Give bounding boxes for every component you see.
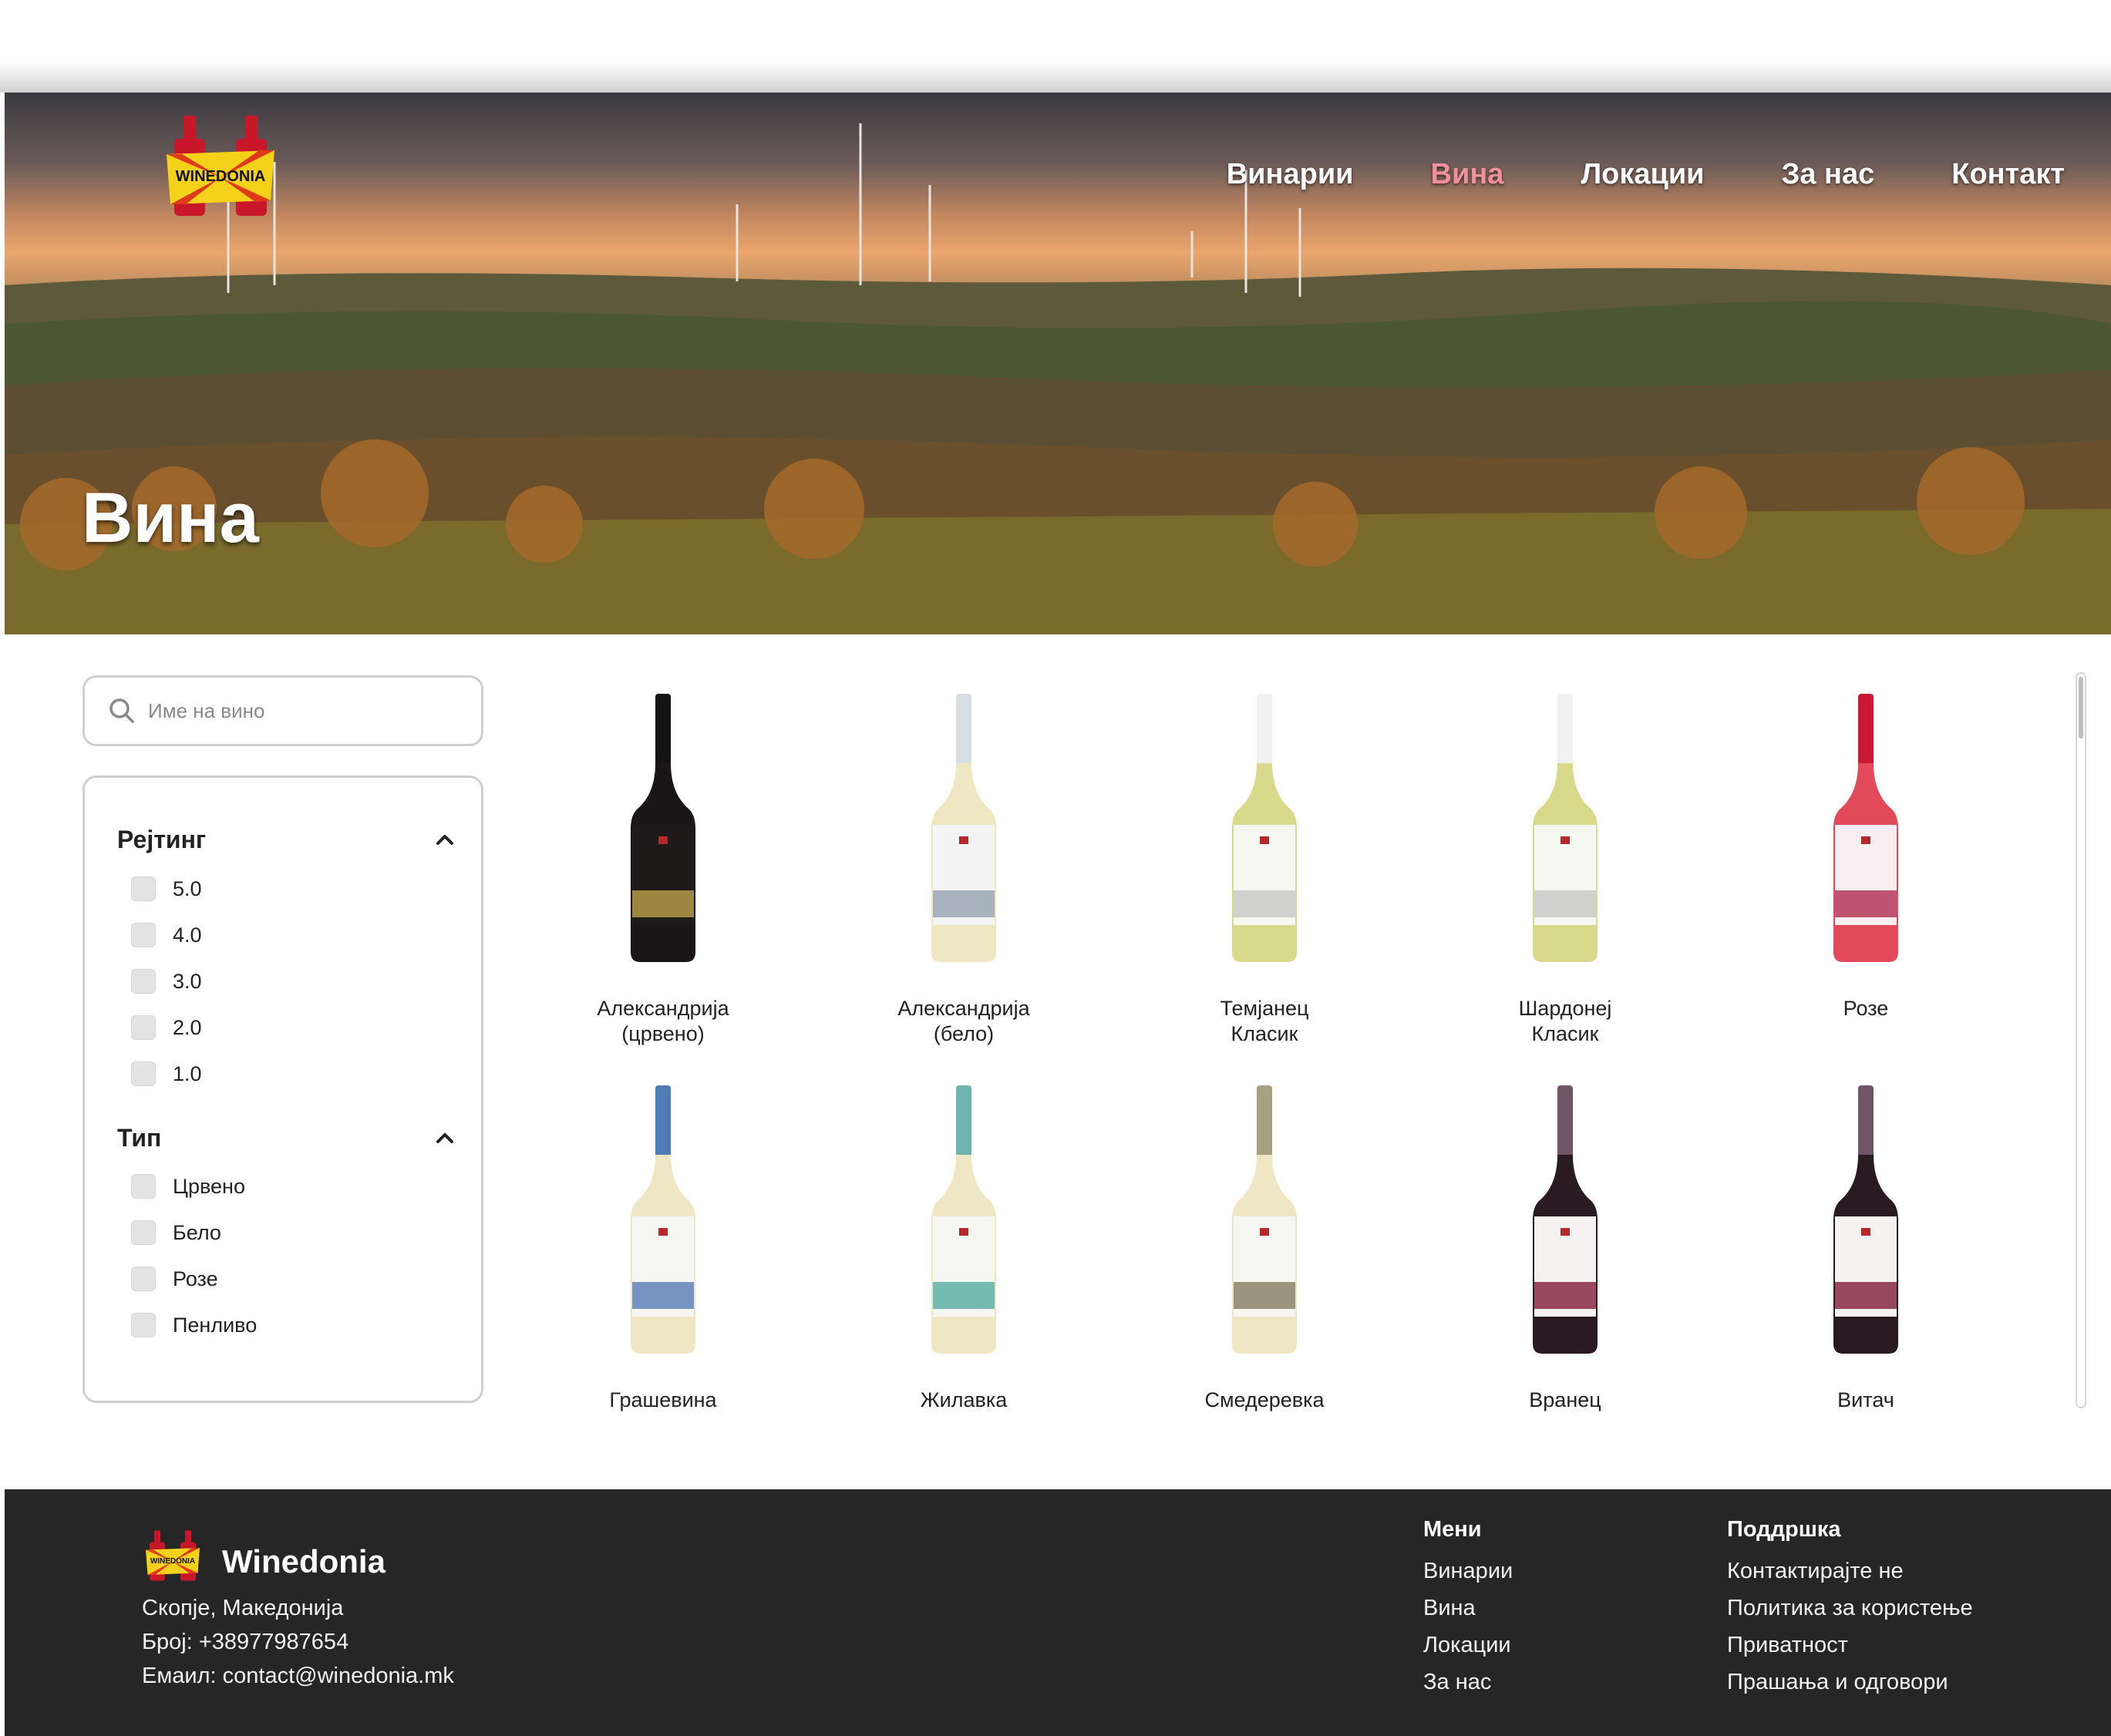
wine-card[interactable]: Александрија (бело): [833, 678, 1095, 1048]
checkbox[interactable]: [131, 1174, 156, 1199]
wine-name[interactable]: Витач: [1750, 1388, 1981, 1413]
chevron-up-icon[interactable]: [433, 828, 456, 851]
rating-filter-header[interactable]: Рејтинг: [117, 820, 456, 859]
wine-card[interactable]: Розе: [1735, 678, 1997, 1048]
nav-item-locations[interactable]: Локации: [1581, 158, 1704, 191]
nav-item-wineries[interactable]: Винарии: [1227, 158, 1354, 191]
checkbox[interactable]: [131, 1220, 156, 1245]
footer-link-locations[interactable]: Локации: [1423, 1633, 1511, 1658]
wine-card[interactable]: Темјанец Класик: [1133, 678, 1396, 1048]
wine-bottle-image[interactable]: [1519, 1085, 1611, 1355]
wine-card[interactable]: Грашевина: [532, 1070, 794, 1440]
footer-link-privacy[interactable]: Приватност: [1727, 1633, 1848, 1658]
type-option-rose[interactable]: Розе: [131, 1267, 218, 1291]
wine-bottle-image[interactable]: [617, 694, 709, 964]
footer-phone: Број: +38977987654: [142, 1630, 349, 1654]
type-filter-header[interactable]: Тип: [117, 1119, 456, 1157]
wine-bottle-image[interactable]: [617, 1085, 709, 1355]
wine-card[interactable]: Смедеревка: [1133, 1070, 1396, 1440]
footer-link-contact-us[interactable]: Контактирајте не: [1727, 1559, 1904, 1584]
wine-bottle-image[interactable]: [917, 694, 1010, 964]
svg-text:WINEDONIA: WINEDONIA: [150, 1557, 195, 1566]
search-icon: [109, 698, 134, 723]
main-nav: Винарии Вина Локации За нас Контакт: [1150, 158, 2065, 191]
footer: WINEDONIA Winedonia Скопје, Македонија Б…: [5, 1489, 2111, 1736]
checkbox[interactable]: [131, 1313, 156, 1337]
footer-link-wines[interactable]: Вина: [1423, 1596, 1476, 1621]
wine-card[interactable]: Шардонеј Класик: [1434, 678, 1696, 1048]
wine-name[interactable]: Темјанец Класик: [1149, 996, 1380, 1047]
footer-support-title: Поддршка: [1727, 1517, 1841, 1542]
wine-name[interactable]: Жилавка: [848, 1388, 1079, 1413]
scrollbar-thumb[interactable]: [2079, 677, 2083, 738]
wine-bottle-image[interactable]: [1820, 1085, 1912, 1355]
footer-link-about[interactable]: За нас: [1423, 1670, 1491, 1695]
footer-menu-title: Мени: [1423, 1517, 1482, 1542]
footer-address: Скопје, Македонија: [142, 1596, 344, 1620]
nav-item-wines[interactable]: Вина: [1431, 158, 1504, 191]
wine-card[interactable]: Александрија (црвено): [532, 678, 794, 1048]
chevron-up-icon[interactable]: [433, 1126, 456, 1149]
checkbox[interactable]: [131, 1267, 156, 1291]
checkbox[interactable]: [131, 1061, 156, 1086]
wine-grid: Александрија (црвено) Александрија (бело)…: [532, 678, 2043, 1418]
footer-link-terms[interactable]: Политика за користење: [1727, 1596, 1973, 1621]
wine-name[interactable]: Александрија (бело): [848, 996, 1079, 1047]
wine-card[interactable]: Вранец: [1434, 1070, 1696, 1440]
checkbox[interactable]: [131, 1015, 156, 1040]
wine-bottle-image[interactable]: [1519, 694, 1611, 964]
rating-option-1[interactable]: 1.0: [131, 1061, 202, 1086]
footer-brand: Winedonia: [222, 1543, 386, 1580]
rating-option-5[interactable]: 5.0: [131, 876, 202, 901]
nav-item-about[interactable]: За нас: [1782, 158, 1875, 191]
winedonia-logo[interactable]: WINEDONIA: [159, 108, 282, 224]
wine-bottle-image[interactable]: [1820, 694, 1912, 964]
nav-item-contact[interactable]: Контакт: [1951, 158, 2065, 191]
filter-panel: Рејтинг 5.0 4.0 3.0 2.0 1.0 Тип Црвено Б…: [82, 775, 483, 1403]
wine-card[interactable]: Жилавка: [833, 1070, 1095, 1440]
search-box[interactable]: [82, 675, 483, 746]
type-option-white[interactable]: Бело: [131, 1220, 221, 1245]
wine-name[interactable]: Грашевина: [547, 1388, 779, 1413]
wine-name[interactable]: Александрија (црвено): [547, 996, 779, 1047]
rating-option-3[interactable]: 3.0: [131, 969, 202, 994]
svg-text:WINEDONIA: WINEDONIA: [176, 168, 266, 185]
footer-email: Емаил: contact@winedonia.mk: [142, 1664, 454, 1688]
footer-link-wineries[interactable]: Винарии: [1423, 1559, 1513, 1584]
rating-option-2[interactable]: 2.0: [131, 1015, 202, 1040]
wine-bottle-image[interactable]: [1218, 1085, 1311, 1355]
wine-bottle-image[interactable]: [1218, 694, 1311, 964]
checkbox[interactable]: [131, 876, 156, 901]
wine-bottle-image[interactable]: [917, 1085, 1010, 1355]
type-option-red[interactable]: Црвено: [131, 1174, 245, 1199]
search-input[interactable]: [148, 698, 456, 723]
wine-card[interactable]: Витач: [1735, 1070, 1997, 1440]
grid-scrollbar[interactable]: [2076, 672, 2086, 1408]
wine-name[interactable]: Шардонеј Класик: [1449, 996, 1681, 1047]
browser-top-margin: [0, 0, 2111, 93]
type-option-sparkling[interactable]: Пенливо: [131, 1313, 257, 1337]
type-filter-title: Тип: [117, 1123, 162, 1152]
checkbox[interactable]: [131, 923, 156, 947]
page-title: Вина: [82, 479, 259, 557]
rating-option-4[interactable]: 4.0: [131, 923, 202, 947]
checkbox[interactable]: [131, 969, 156, 994]
wine-name[interactable]: Вранец: [1449, 1388, 1681, 1413]
wine-name[interactable]: Смедеревка: [1149, 1388, 1380, 1413]
wine-name[interactable]: Розе: [1750, 996, 1981, 1021]
footer-logo[interactable]: WINEDONIA: [142, 1526, 204, 1585]
hero-banner: WINEDONIA Винарии Вина Локации За нас Ко…: [5, 93, 2111, 634]
footer-link-faq[interactable]: Прашања и одговори: [1727, 1670, 1948, 1695]
rating-filter-title: Рејтинг: [117, 825, 207, 853]
